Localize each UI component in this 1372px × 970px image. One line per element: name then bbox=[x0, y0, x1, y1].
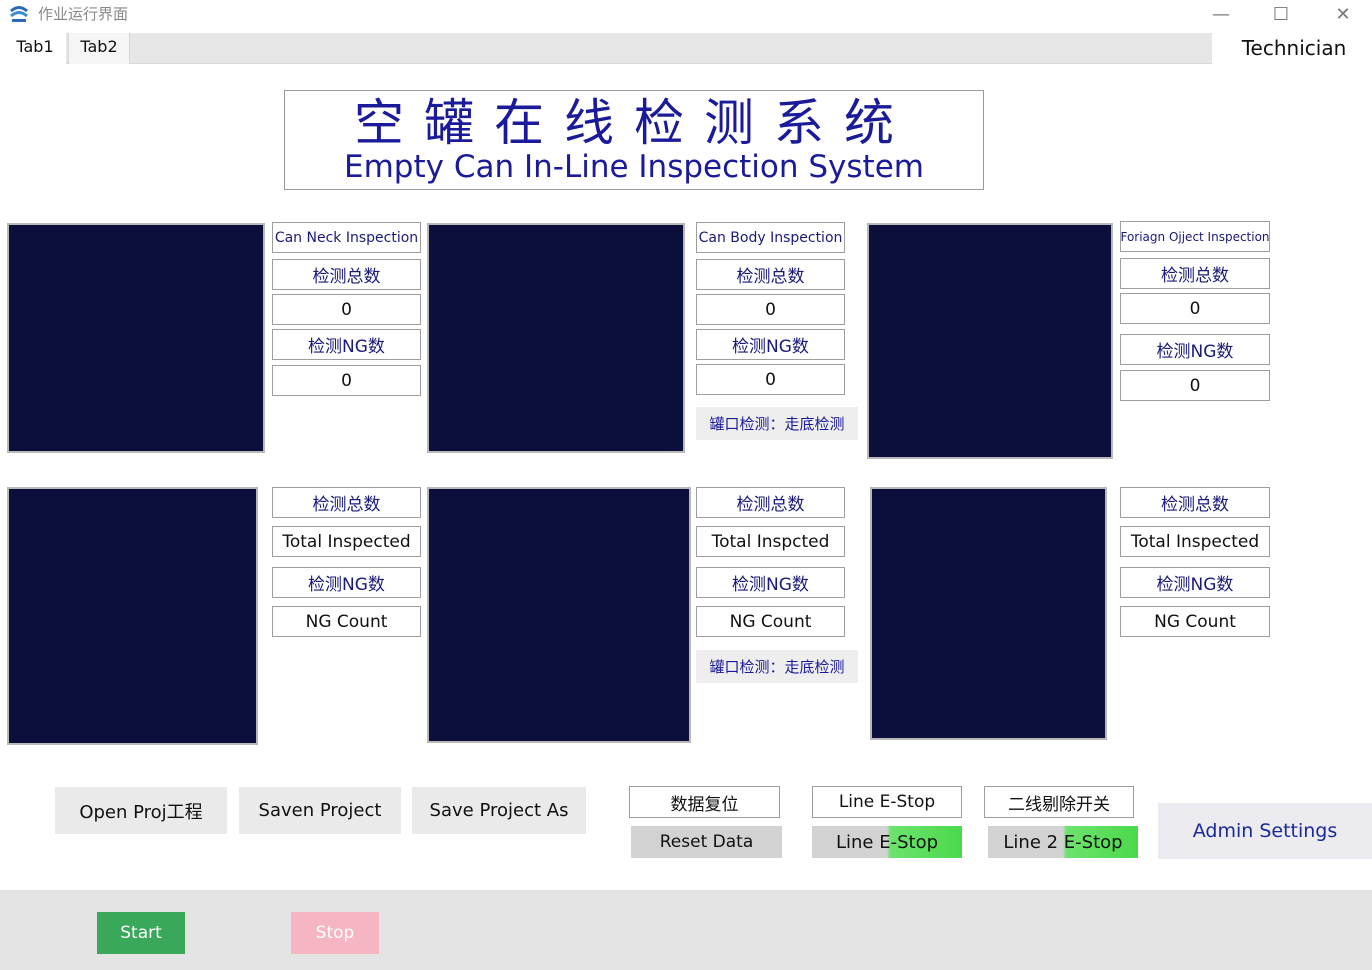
window-titlebar bbox=[0, 0, 1372, 30]
camera-view-5 bbox=[427, 487, 691, 743]
total-value: Total Inspected bbox=[1120, 526, 1270, 557]
station-header-neck: Can Neck Inspection bbox=[272, 222, 421, 253]
ng-label: 检测NG数 bbox=[272, 567, 421, 598]
total-value: Total Inspcted bbox=[696, 526, 845, 557]
user-role-label: Technician bbox=[1241, 36, 1347, 60]
ng-value: NG Count bbox=[1120, 606, 1270, 637]
station-header-body: Can Body Inspection bbox=[696, 222, 845, 253]
save-project-button[interactable]: Saven Project bbox=[239, 787, 401, 834]
total-value: 0 bbox=[696, 294, 845, 325]
total-label: 检测总数 bbox=[1120, 258, 1270, 289]
tab-strip bbox=[66, 33, 1212, 64]
save-project-as-button[interactable]: Save Project As bbox=[412, 787, 586, 834]
ng-label: 检测NG数 bbox=[696, 567, 845, 598]
ng-label: 检测NG数 bbox=[272, 329, 421, 360]
ng-label: 检测NG数 bbox=[1120, 567, 1270, 598]
line-estop-button[interactable]: Line E-Stop bbox=[812, 826, 962, 858]
total-label: 检测总数 bbox=[696, 487, 845, 518]
system-title-box: 空罐在线检测系统 Empty Can In-Line Inspection Sy… bbox=[284, 90, 984, 190]
system-title-chinese: 空罐在线检测系统 bbox=[354, 94, 914, 152]
app-logo-icon bbox=[10, 6, 28, 22]
station-header-foreign: Foriagn Ojject Inspection bbox=[1120, 221, 1270, 252]
tab-1[interactable]: Tab1 bbox=[4, 33, 66, 64]
stop-button[interactable]: Stop bbox=[291, 912, 379, 954]
admin-settings-button[interactable]: Admin Settings bbox=[1158, 803, 1372, 859]
ng-value: 0 bbox=[696, 364, 845, 395]
detection-mode-label: 罐口检测：走底检测 bbox=[696, 407, 858, 440]
total-value: 0 bbox=[1120, 293, 1270, 324]
line2-reject-switch-label: 二线剔除开关 bbox=[984, 786, 1134, 818]
total-label: 检测总数 bbox=[272, 259, 421, 290]
window-title: 作业运行界面 bbox=[38, 5, 129, 23]
total-label: 检测总数 bbox=[272, 487, 421, 518]
open-project-button[interactable]: Open Proj工程 bbox=[55, 787, 227, 834]
ng-label: 检测NG数 bbox=[1120, 334, 1270, 365]
camera-view-6 bbox=[870, 487, 1107, 740]
ng-value: 0 bbox=[272, 365, 421, 396]
ng-label: 检测NG数 bbox=[696, 329, 845, 360]
ng-value: 0 bbox=[1120, 370, 1270, 401]
close-button[interactable]: ✕ bbox=[1329, 2, 1357, 28]
camera-view-body bbox=[427, 223, 685, 453]
reset-data-button[interactable]: Reset Data bbox=[631, 826, 782, 858]
maximize-button[interactable]: ☐ bbox=[1267, 2, 1295, 28]
total-label: 检测总数 bbox=[696, 259, 845, 290]
detection-mode-label: 罐口检测：走底检测 bbox=[696, 650, 858, 683]
camera-view-neck bbox=[7, 223, 265, 453]
tab-2[interactable]: Tab2 bbox=[68, 33, 130, 64]
ng-value: NG Count bbox=[272, 606, 421, 637]
total-value: 0 bbox=[272, 294, 421, 325]
data-reset-label: 数据复位 bbox=[629, 786, 780, 818]
camera-view-4 bbox=[7, 487, 258, 745]
total-label: 检测总数 bbox=[1120, 487, 1270, 518]
system-title-english: Empty Can In-Line Inspection System bbox=[344, 149, 924, 185]
line-estop-label: Line E-Stop bbox=[812, 786, 962, 818]
minimize-button[interactable]: — bbox=[1207, 2, 1235, 28]
footer-bar bbox=[0, 890, 1372, 970]
line2-estop-button[interactable]: Line 2 E-Stop bbox=[988, 826, 1138, 858]
camera-view-foreign bbox=[867, 223, 1113, 459]
start-button[interactable]: Start bbox=[97, 912, 185, 954]
total-value: Total Inspected bbox=[272, 526, 421, 557]
ng-value: NG Count bbox=[696, 606, 845, 637]
